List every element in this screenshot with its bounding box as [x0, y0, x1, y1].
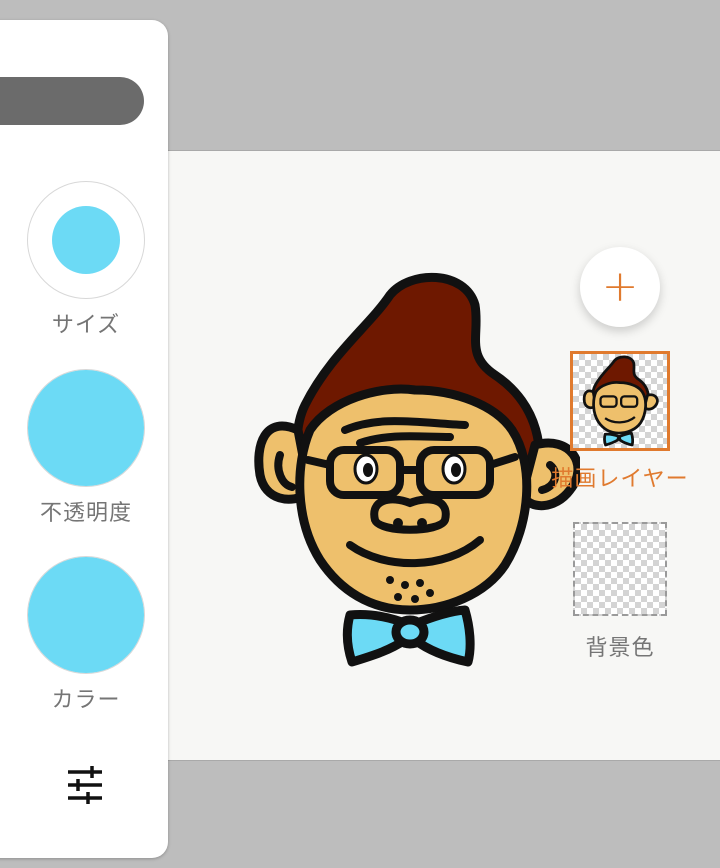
- brush-size-dot: [52, 206, 120, 274]
- size-tool[interactable]: サイズ: [26, 181, 146, 339]
- color-tool[interactable]: カラー: [26, 556, 146, 714]
- opacity-label: 不透明度: [39, 501, 132, 526]
- color-button[interactable]: [27, 556, 145, 674]
- plus-icon: +: [601, 261, 639, 312]
- opacity-tool[interactable]: 不透明度: [26, 369, 146, 527]
- layer-preview-image: [582, 355, 659, 447]
- color-label: カラー: [51, 688, 121, 713]
- background-layer-thumbnail[interactable]: [573, 522, 667, 616]
- add-layer-button[interactable]: +: [580, 247, 660, 327]
- size-label: サイズ: [51, 313, 121, 338]
- opacity-dot: [28, 370, 144, 486]
- sliders-icon[interactable]: [66, 766, 104, 804]
- opacity-button[interactable]: [27, 369, 145, 487]
- size-button[interactable]: [27, 181, 145, 299]
- background-layer-label: 背景色: [585, 636, 655, 661]
- color-swatch: [28, 557, 144, 673]
- monkey-illustration: [254, 272, 580, 667]
- drawing-layer-thumbnail[interactable]: [570, 351, 670, 451]
- brush-selector-bar[interactable]: [0, 77, 144, 125]
- drawing-layer-label: 描画レイヤー: [551, 467, 689, 492]
